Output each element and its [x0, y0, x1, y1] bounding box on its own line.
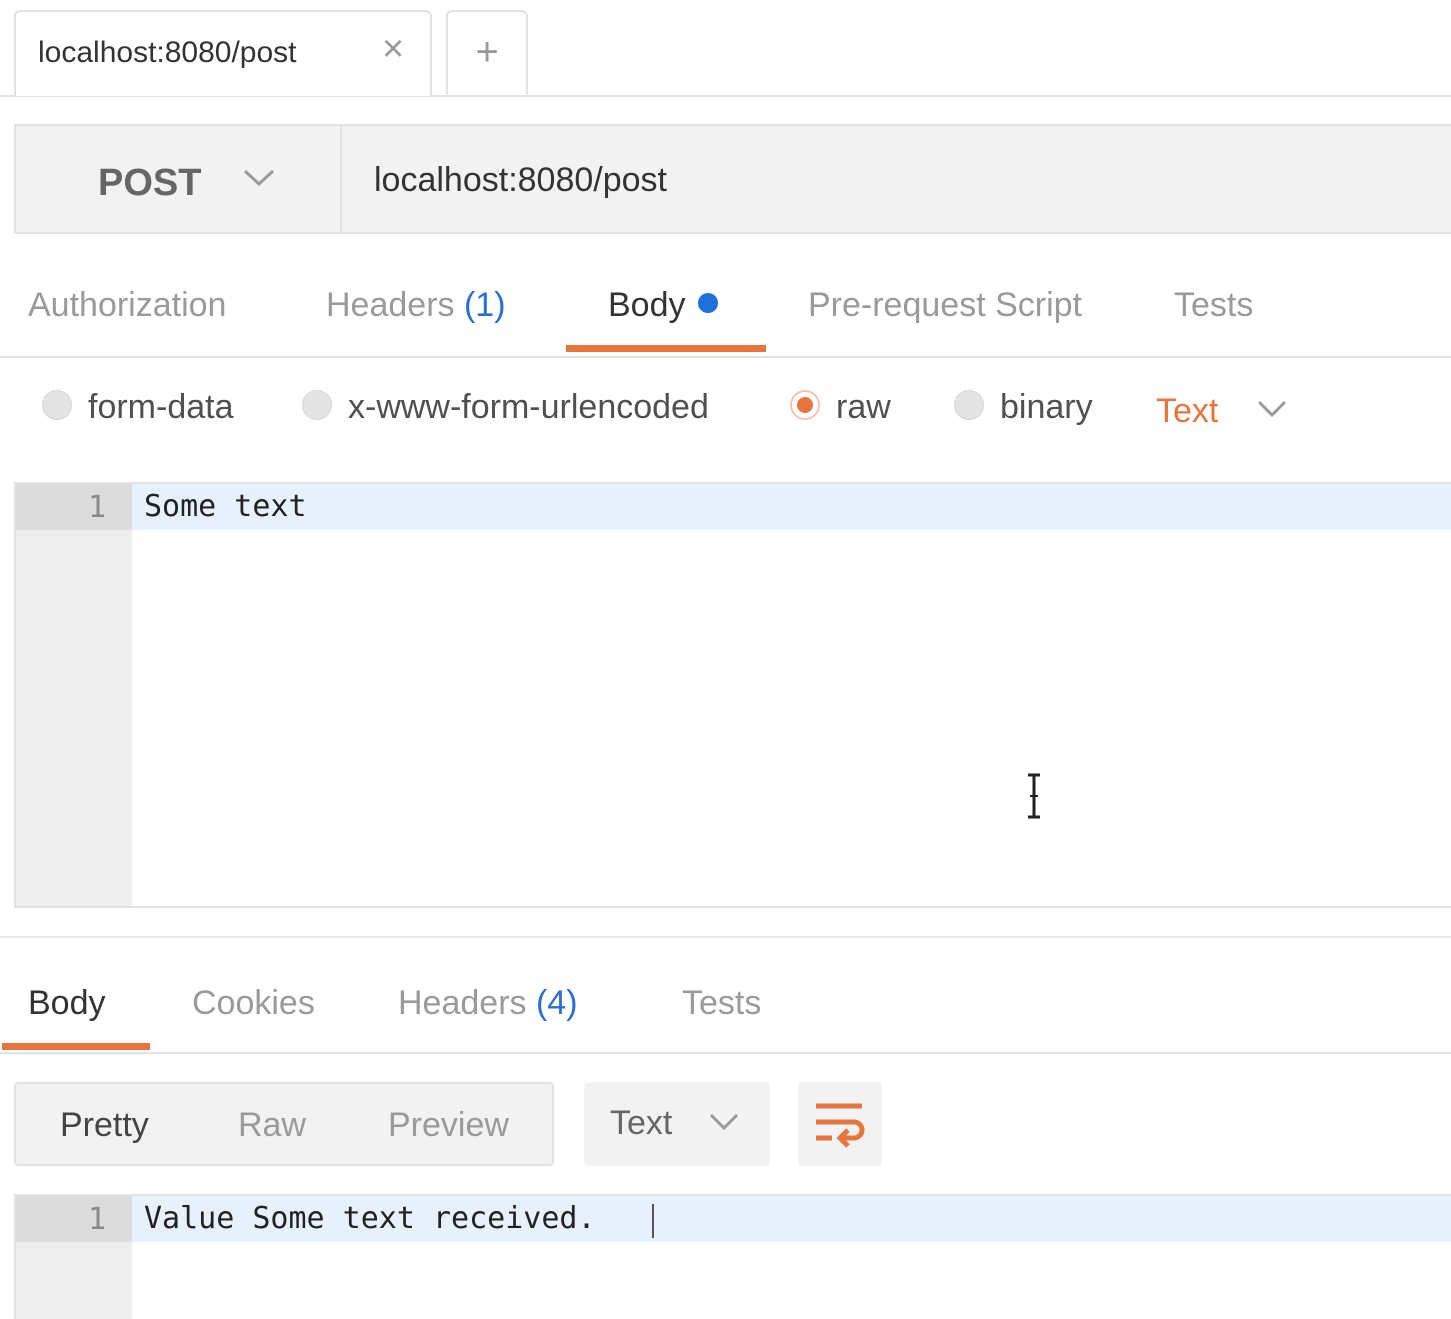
request-tab[interactable]: localhost:8080/post ×	[14, 10, 432, 96]
chevron-down-icon	[1257, 400, 1286, 418]
tab-tests[interactable]: Tests	[1174, 286, 1253, 325]
request-tab-title: localhost:8080/post	[38, 36, 297, 69]
radio-form-data-label: form-data	[88, 388, 234, 426]
line-number: 1	[87, 490, 106, 525]
modified-dot-icon	[697, 293, 718, 314]
request-body-editor[interactable]: 1 Some text	[14, 482, 1451, 908]
response-tab-headers-count: (4)	[535, 984, 578, 1022]
response-format-dropdown[interactable]: Text	[584, 1082, 770, 1166]
radio-binary-label: binary	[1000, 388, 1093, 426]
active-response-tab-indicator	[2, 1043, 150, 1050]
tab-prerequest-script[interactable]: Pre-request Script	[808, 286, 1082, 325]
view-pretty-button[interactable]: Pretty	[60, 1106, 149, 1145]
response-tab-tests[interactable]: Tests	[682, 984, 761, 1023]
line-number: 1	[87, 1202, 106, 1237]
response-tabs: Body Cookies Headers (4) Tests	[0, 952, 1451, 1054]
response-tab-headers-label: Headers	[398, 984, 527, 1022]
tab-headers-count: (1)	[463, 286, 506, 324]
radio-circle	[302, 390, 332, 421]
close-icon[interactable]: ×	[382, 30, 404, 68]
response-format-label: Text	[610, 1104, 673, 1142]
radio-form-data[interactable]: form-data	[42, 388, 234, 427]
line-gutter	[16, 484, 132, 906]
tab-body-label: Body	[608, 286, 686, 324]
response-tab-body[interactable]: Body	[28, 984, 106, 1023]
radio-urlencoded-label: x-www-form-urlencoded	[348, 388, 709, 426]
body-format-dropdown[interactable]: Text	[1156, 392, 1288, 431]
text-caret	[652, 1204, 654, 1238]
tab-headers-label: Headers	[326, 286, 455, 324]
request-body-line: Some text	[144, 489, 307, 524]
method-select[interactable]: POST	[14, 124, 340, 234]
radio-circle	[42, 390, 72, 421]
method-label: POST	[98, 162, 202, 204]
radio-raw-label: raw	[836, 388, 891, 426]
active-line	[132, 484, 1451, 530]
active-tab-indicator	[566, 345, 766, 352]
request-tabs: Authorization Headers (1) Body Pre-reque…	[0, 260, 1451, 358]
response-body-viewer[interactable]: 1 Value Some text received.	[14, 1194, 1451, 1319]
chevron-down-icon	[243, 169, 275, 187]
text-cursor-icon	[1028, 773, 1040, 819]
response-tab-headers[interactable]: Headers (4)	[398, 984, 578, 1023]
url-value: localhost:8080/post	[374, 161, 667, 199]
view-preview-button[interactable]: Preview	[388, 1106, 509, 1145]
plus-icon: +	[475, 30, 499, 74]
new-tab-button[interactable]: +	[446, 10, 528, 94]
wrap-lines-icon	[816, 1103, 865, 1148]
response-tab-cookies[interactable]: Cookies	[192, 984, 315, 1023]
response-view-group: Pretty Raw Preview	[14, 1082, 554, 1166]
view-raw-button[interactable]: Raw	[238, 1106, 306, 1145]
response-divider	[0, 936, 1451, 938]
radio-raw[interactable]: raw	[790, 388, 891, 427]
tab-authorization[interactable]: Authorization	[28, 286, 226, 325]
radio-circle	[954, 390, 984, 421]
url-input[interactable]: localhost:8080/post	[340, 124, 1451, 234]
radio-circle-selected	[790, 390, 820, 421]
wrap-lines-button[interactable]	[798, 1082, 882, 1166]
radio-binary[interactable]: binary	[954, 388, 1093, 427]
response-body-line: Value Some text received.	[144, 1201, 596, 1236]
radio-urlencoded[interactable]: x-www-form-urlencoded	[302, 388, 709, 427]
chevron-down-icon	[709, 1113, 739, 1131]
body-format-label: Text	[1156, 392, 1219, 430]
tab-body[interactable]: Body	[608, 286, 718, 325]
tab-headers[interactable]: Headers (1)	[326, 286, 506, 325]
